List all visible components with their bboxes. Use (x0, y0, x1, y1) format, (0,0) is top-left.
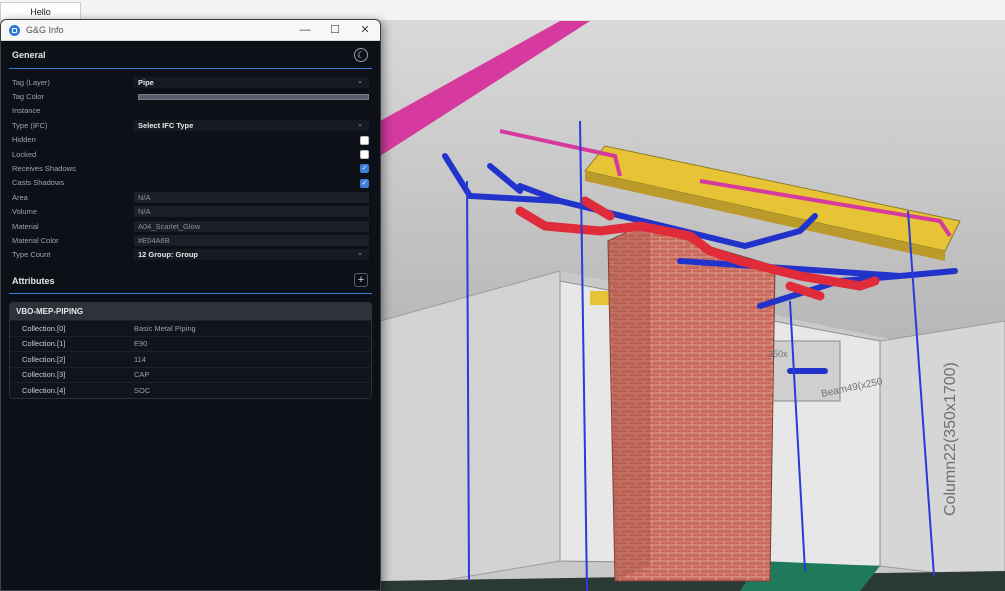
property-label: Tag Color (12, 92, 45, 102)
attribute-value: 114 (134, 354, 146, 364)
property-checkbox[interactable]: ✓ (360, 178, 369, 188)
attribute-key: Collection.[0] (22, 323, 66, 333)
property-label: Material Color (12, 235, 59, 245)
add-attribute-button[interactable]: + (354, 273, 368, 288)
property-label: Type (IFC) (12, 120, 48, 130)
property-row: Material Color #E04A6B (9, 233, 372, 247)
property-select[interactable]: 12 Group: Group ⌄ (134, 249, 369, 261)
attribute-value: CAP (134, 370, 150, 380)
app-logo-icon (9, 24, 20, 36)
beam-label-small: 250x (768, 349, 788, 359)
app-root: Hello Column22(350x1700) Beam49(x250 250… (0, 0, 1005, 591)
property-readonly-value: N/A (134, 191, 369, 203)
property-select-value: Select IFC Type (138, 120, 194, 130)
property-checkbox[interactable] (360, 149, 369, 159)
property-row: Instance (9, 104, 372, 118)
brick-column-side (608, 226, 650, 581)
property-row: Tag Color (9, 89, 372, 103)
property-row: Locked (9, 147, 372, 161)
info-panel: G&G Info — ☐ ✕ General ☾ Tag (Layer) Pipe… (0, 19, 381, 591)
attribute-value: Basic Metal Piping (134, 323, 196, 333)
left-wall (379, 270, 561, 591)
moon-icon[interactable]: ☾ (354, 48, 368, 62)
tag-color-swatch[interactable] (138, 93, 369, 100)
property-select-value: Pipe (138, 77, 154, 87)
chevron-down-icon: ⌄ (357, 77, 363, 85)
property-label: Type Count (12, 250, 51, 260)
property-label: Material (12, 221, 39, 231)
property-row: Type (IFC) Select IFC Type ⌄ (9, 118, 372, 132)
general-section-header: General ☾ (9, 41, 372, 69)
property-row: Material A04_Scarlet_Glow (9, 219, 372, 233)
attribute-row[interactable]: Collection.[0] Basic Metal Piping (10, 320, 371, 336)
property-row: Area N/A (9, 190, 372, 204)
property-label: Area (12, 192, 28, 202)
property-row: Receives Shadows ✓ (9, 161, 372, 175)
property-checkbox[interactable]: ✓ (360, 164, 369, 174)
property-label: Instance (12, 106, 41, 116)
chevron-down-icon: ⌄ (357, 250, 363, 258)
property-readonly-value: #E04A6B (134, 234, 369, 246)
maximize-button[interactable]: ☐ (320, 20, 350, 41)
attribute-key: Collection.[3] (22, 370, 66, 380)
property-select-value: 12 Group: Group (138, 250, 198, 260)
attribute-rows: Collection.[0] Basic Metal Piping Collecti… (10, 320, 371, 398)
property-select[interactable]: Select IFC Type ⌄ (134, 119, 369, 131)
property-row: Type Count 12 Group: Group ⌄ (9, 248, 372, 262)
property-label: Hidden (12, 135, 36, 145)
attribute-row[interactable]: Collection.[1] E90 (10, 335, 371, 352)
attribute-row[interactable]: Collection.[3] CAP (10, 366, 371, 383)
property-label: Tag (Layer) (12, 77, 50, 87)
property-list: Tag (Layer) Pipe ⌄ Tag Color Instance Type (I… (9, 75, 372, 262)
attribute-group-header[interactable]: VBO-MEP-PIPING (10, 303, 371, 321)
property-label: Receives Shadows (12, 164, 76, 174)
property-label: Volume (12, 207, 38, 217)
window-title: G&G Info (26, 25, 64, 35)
property-checkbox[interactable] (360, 135, 369, 145)
attribute-group: VBO-MEP-PIPING Collection.[0] Basic Metal… (9, 302, 372, 399)
attribute-row[interactable]: Collection.[4] SOC (10, 382, 371, 398)
window-titlebar[interactable]: G&G Info — ☐ ✕ (1, 20, 380, 41)
property-readonly-value: N/A (134, 206, 369, 218)
attributes-section-header: Attributes + (9, 268, 372, 295)
browser-tab-strip: Hello (0, 0, 1005, 21)
general-section-title: General (12, 49, 46, 60)
close-button[interactable]: ✕ (350, 20, 380, 41)
attribute-row[interactable]: Collection.[2] 114 (10, 351, 371, 367)
attribute-value: SOC (134, 385, 151, 395)
property-row: Casts Shadows ✓ (9, 176, 372, 190)
attribute-key: Collection.[4] (22, 385, 66, 395)
property-row: Hidden (9, 133, 372, 147)
property-label: Locked (12, 149, 37, 159)
window-controls: — ☐ ✕ (290, 20, 380, 41)
property-readonly-value: A04_Scarlet_Glow (134, 220, 369, 232)
property-row: Volume N/A (9, 205, 372, 219)
attribute-value: E90 (134, 339, 148, 349)
column-label: Column22(350x1700) (942, 362, 959, 516)
property-label: Casts Shadows (12, 178, 65, 188)
chevron-down-icon: ⌄ (357, 120, 363, 128)
property-row: Tag (Layer) Pipe ⌄ (9, 75, 372, 89)
minimize-button[interactable]: — (290, 20, 320, 41)
attribute-key: Collection.[1] (22, 339, 66, 349)
property-select[interactable]: Pipe ⌄ (134, 76, 369, 88)
attributes-section-title: Attributes (12, 275, 55, 286)
attribute-key: Collection.[2] (22, 354, 66, 364)
